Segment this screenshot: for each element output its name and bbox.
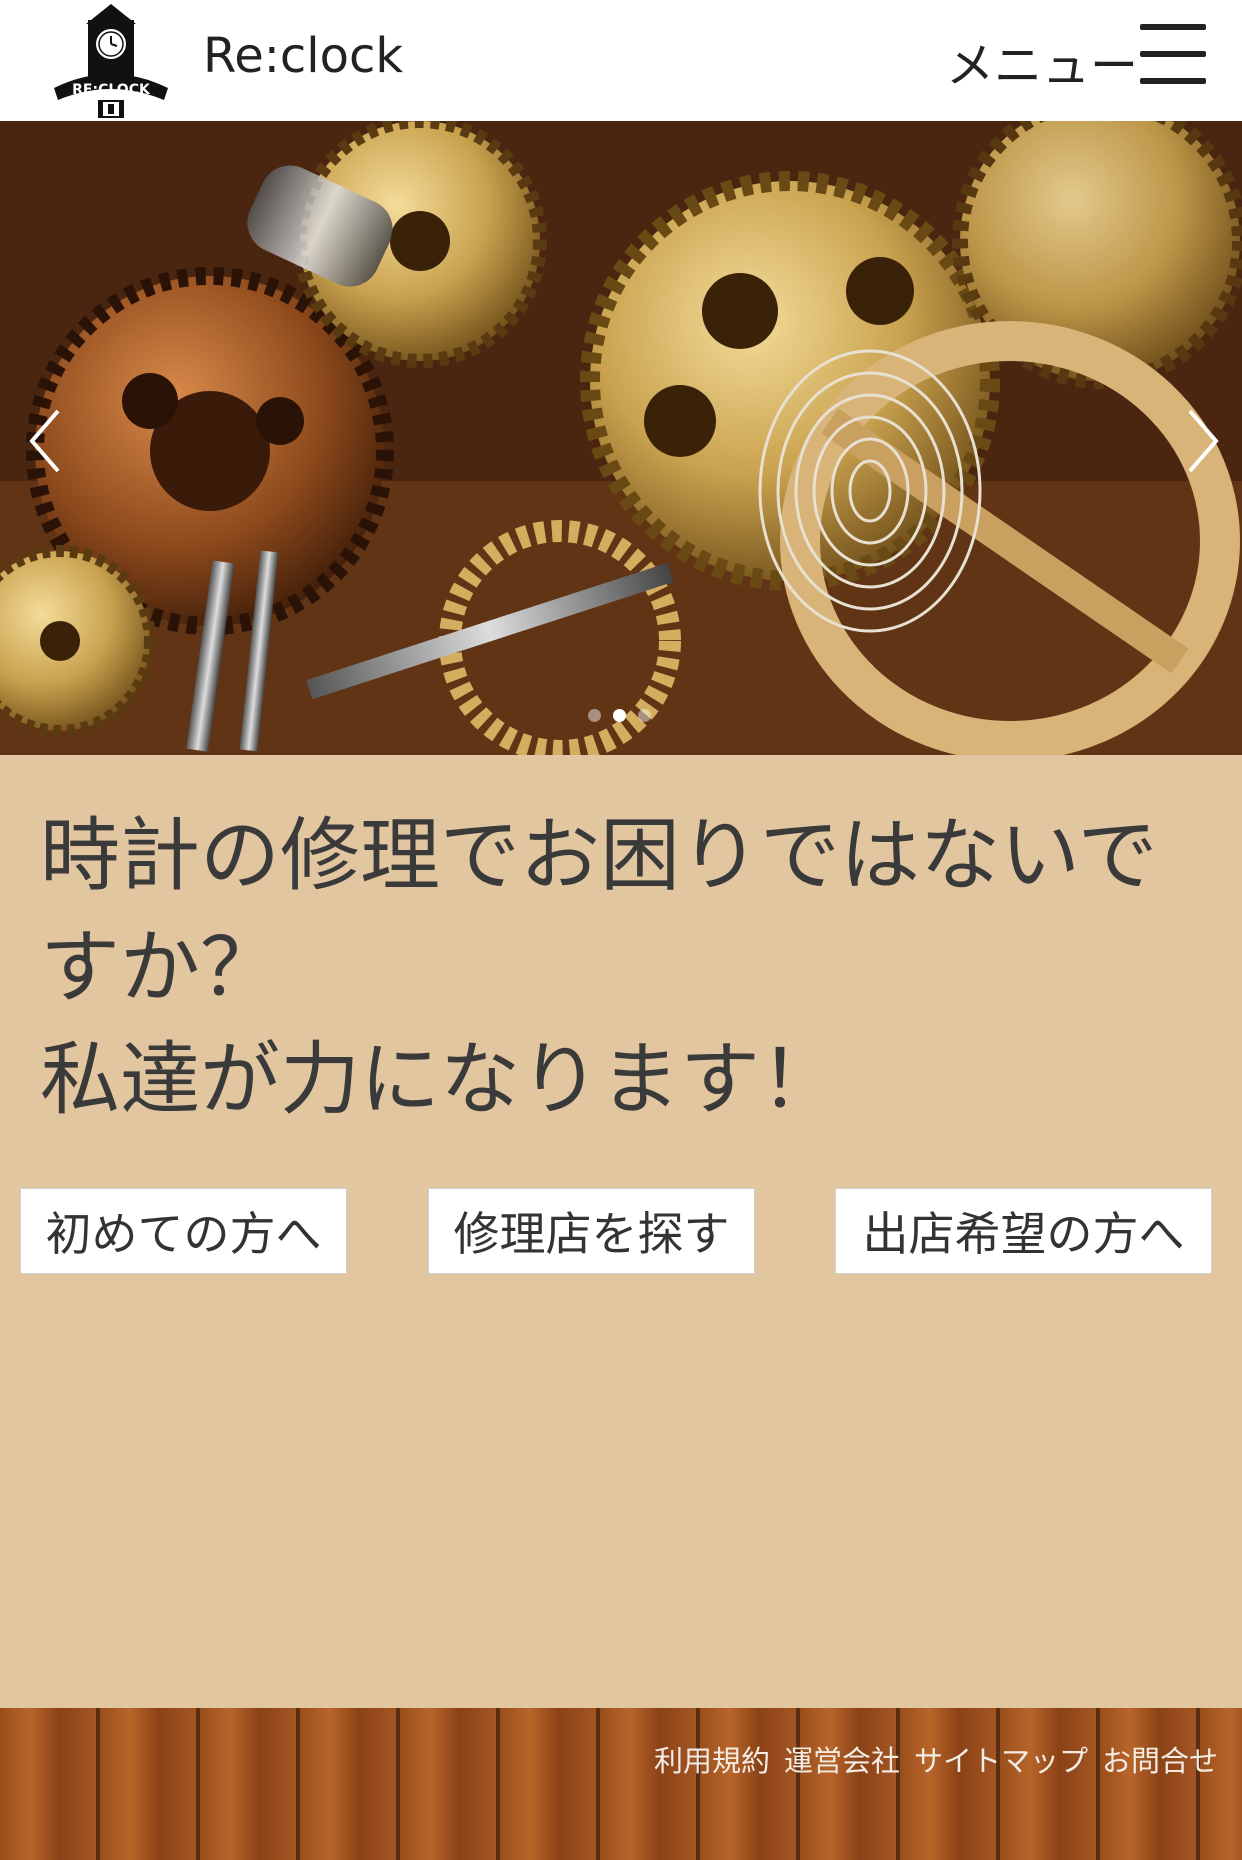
hamburger-menu-icon[interactable] [1140, 24, 1206, 84]
headline-line: 私達が力になります！ [40, 1033, 840, 1126]
headline-line: 時計の修理でお困りではないで [40, 809, 1158, 902]
header: RE:CLOCK Re:clock メニュー [0, 0, 1242, 121]
first-time-button[interactable]: 初めての方へ [20, 1188, 347, 1274]
slider-dots [588, 709, 651, 722]
chevron-right-icon[interactable] [1176, 401, 1224, 481]
slider-dot[interactable] [588, 709, 601, 722]
footer-link-company[interactable]: 運営会社 [784, 1738, 900, 1780]
footer-links: 利用規約 運営会社 サイトマップ お問合せ [654, 1738, 1218, 1780]
hero-slider[interactable] [0, 121, 1242, 755]
menu-label[interactable]: メニュー [946, 26, 1138, 96]
footer-link-sitemap[interactable]: サイトマップ [914, 1738, 1088, 1780]
site-title[interactable]: Re:clock [203, 28, 403, 84]
logo-text: RE:CLOCK [72, 82, 151, 98]
find-repair-shop-button[interactable]: 修理店を探す [428, 1188, 755, 1274]
headline: 時計の修理でお困りではないで すか？ 私達が力になります！ [40, 800, 1200, 1136]
footer-link-terms[interactable]: 利用規約 [654, 1738, 770, 1780]
slider-dot-active[interactable] [613, 709, 626, 722]
gears-image [0, 121, 1242, 755]
site-logo[interactable]: RE:CLOCK [48, 2, 174, 120]
headline-line: すか？ [40, 921, 280, 1014]
open-store-button[interactable]: 出店希望の方へ [835, 1188, 1212, 1274]
footer: 利用規約 運営会社 サイトマップ お問合せ [0, 1708, 1242, 1860]
footer-link-contact[interactable]: お問合せ [1102, 1738, 1218, 1780]
chevron-left-icon[interactable] [24, 401, 72, 481]
slider-dot[interactable] [638, 709, 651, 722]
